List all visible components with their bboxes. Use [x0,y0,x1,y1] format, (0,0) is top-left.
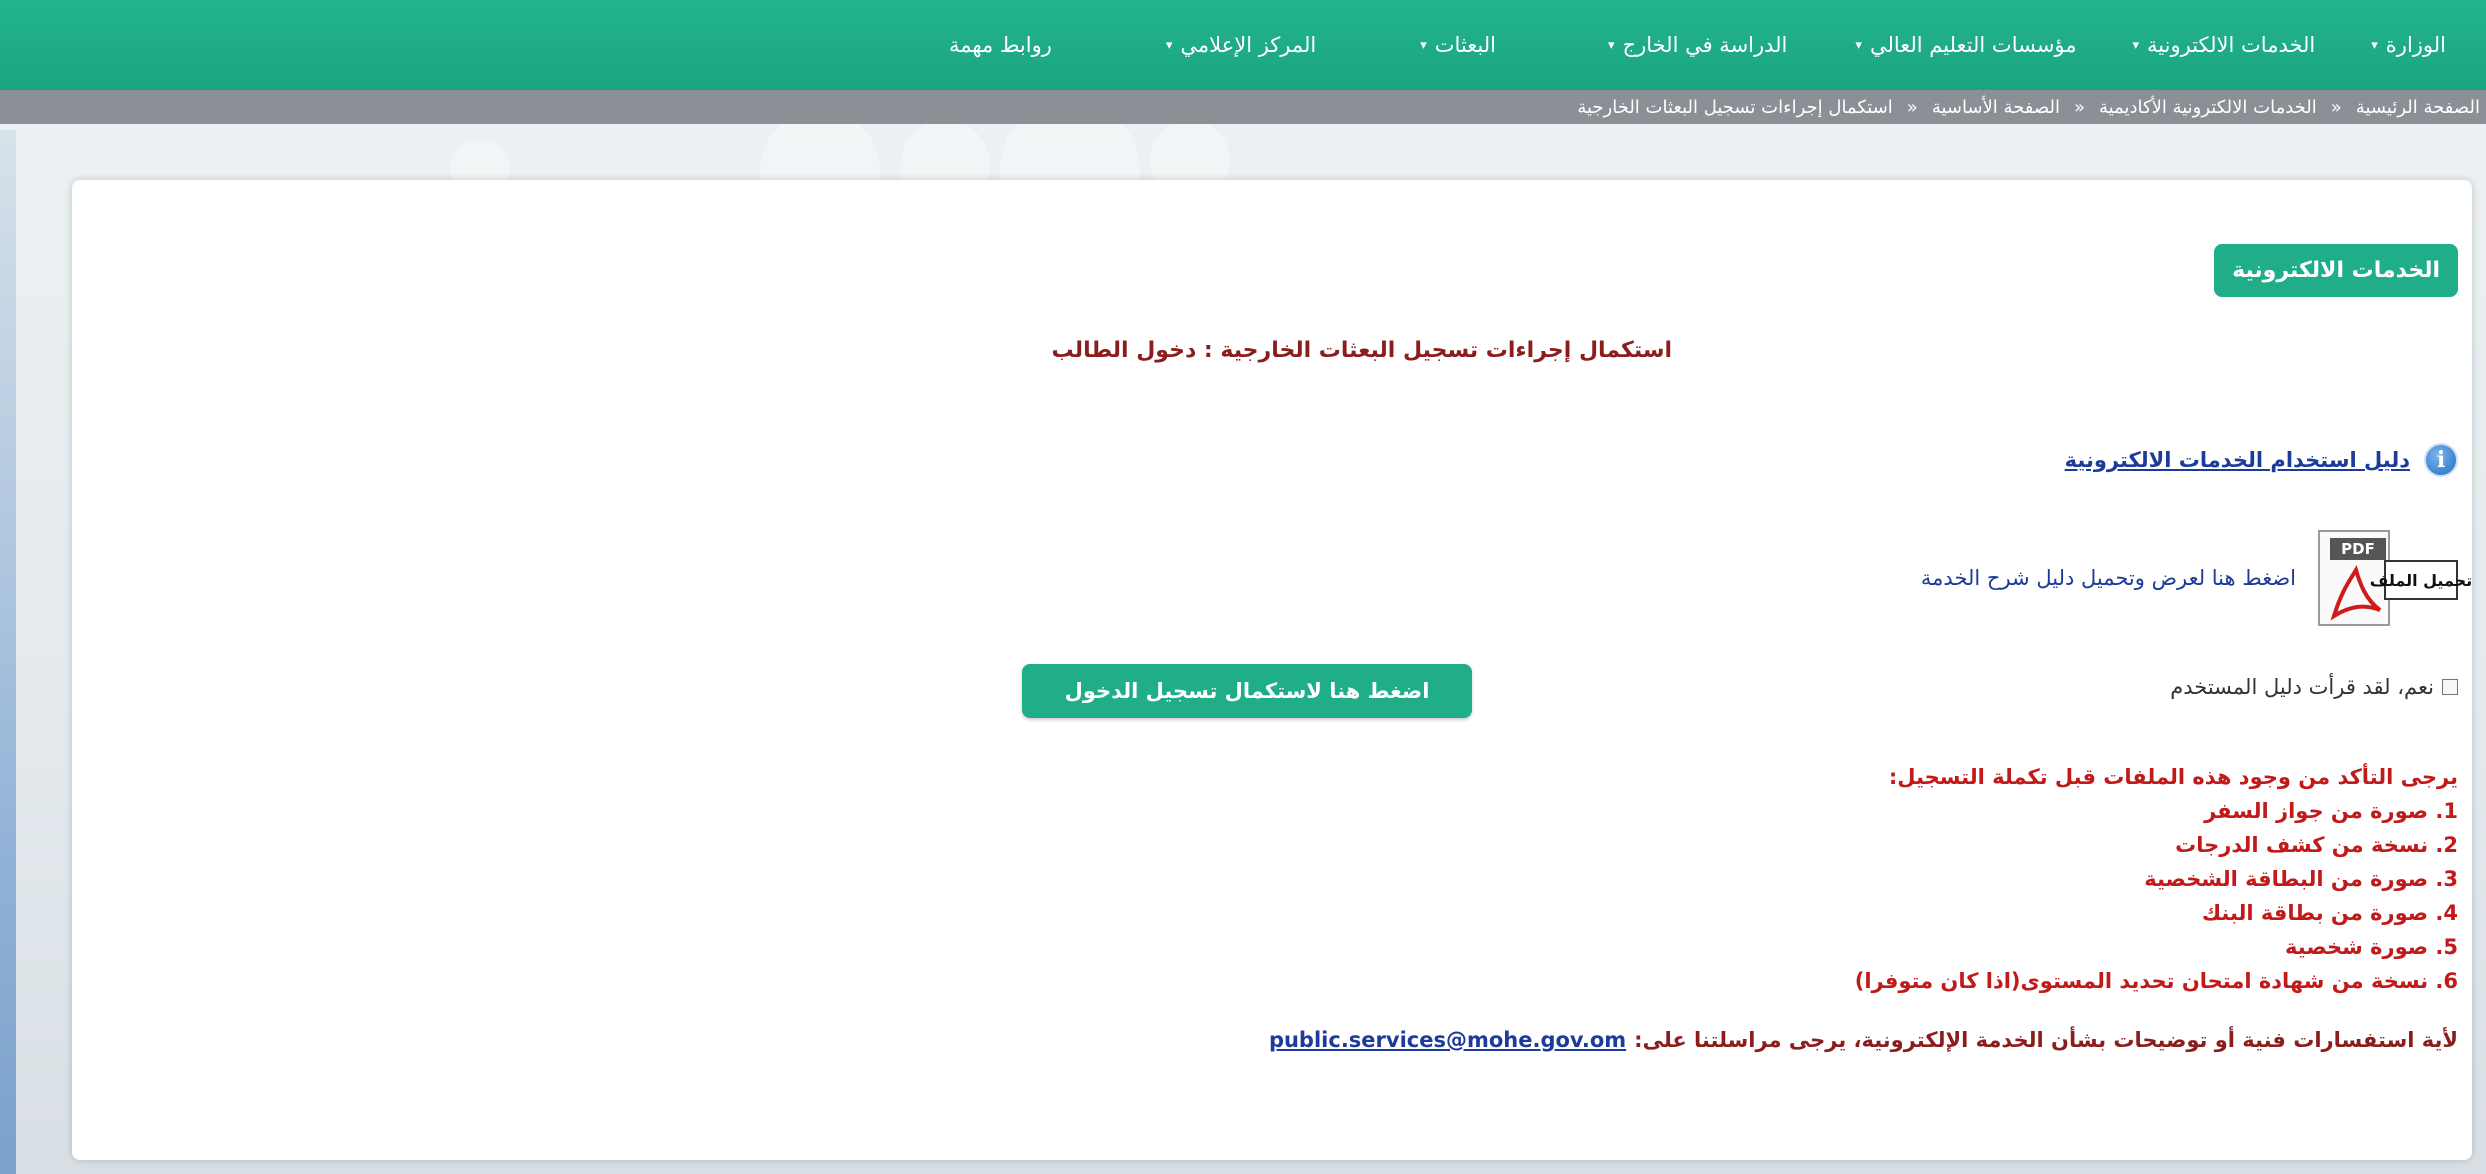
download-file-label: تحميل الملف [2370,560,2472,600]
nav-item-label: المركز الإعلامي [1180,33,1317,57]
chevron-down-icon: ▾ [2132,37,2140,53]
nav-item-scholarships[interactable]: البعثات ▾ [1420,33,1496,57]
pdf-download-row: PDF تحميل الملف اضغط هنا لعرض وتحميل دلي… [1921,530,2472,626]
complete-login-button[interactable]: اضغط هنا لاستكمال تسجيل الدخول [1022,664,1472,718]
breadcrumb-academic-e-services[interactable]: الخدمات الالكترونية الأكاديمية [2099,97,2317,118]
top-navigation: الوزارة ▾ الخدمات الالكترونية ▾ مؤسسات ا… [0,0,2486,90]
main-card: الخدمات الالكترونية استكمال إجراءات تسجي… [72,180,2472,1160]
list-item: 1. صورة من جواز السفر [2204,799,2458,823]
breadcrumb-separator: « [2330,96,2342,118]
info-icon: i [2424,443,2458,477]
nav-item-label: مؤسسات التعليم العالي [1869,33,2077,57]
e-services-guide-link[interactable]: دليل استخدام الخدمات الالكترونية [2065,448,2410,472]
breadcrumb-separator: « [1906,96,1918,118]
list-item: 5. صورة شخصية [2285,935,2458,959]
nav-item-important-links[interactable]: روابط مهمة [949,33,1052,57]
nav-item-higher-education[interactable]: مؤسسات التعليم العالي ▾ [1855,33,2076,57]
chevron-down-icon: ▾ [1608,37,1615,53]
nav-item-label: البعثات [1434,33,1496,57]
nav-item-media-center[interactable]: المركز الإعلامي ▾ [1166,33,1316,57]
guide-row: i دليل استخدام الخدمات الالكترونية [2065,443,2458,477]
breadcrumb-main-page[interactable]: الصفحة الأساسية [1932,97,2060,118]
contact-info: لأية استفسارات فنية أو توضيحات بشأن الخد… [1269,1028,2458,1052]
nav-item-e-services[interactable]: الخدمات الالكترونية ▾ [2133,33,2316,57]
confirm-read-guide[interactable]: نعم، لقد قرأت دليل المستخدم [2170,675,2458,699]
nav-item-label: الدراسة في الخارج [1622,33,1788,57]
confirm-checkbox-label: نعم، لقد قرأت دليل المستخدم [2170,675,2434,699]
list-item: 3. صورة من البطاقة الشخصية [2144,867,2458,891]
chevron-down-icon: ▾ [1855,37,1862,53]
list-item: 6. نسخة من شهادة امتحان تحديد المستوى(اذ… [1854,969,2458,993]
section-badge: الخدمات الالكترونية [2214,244,2458,297]
breadcrumb-current: استكمال إجراءات تسجيل البعثات الخارجية [1577,96,1893,118]
nav-item-label: روابط مهمة [948,33,1052,57]
breadcrumb: الصفحة الرئيسية « الخدمات الالكترونية ال… [0,90,2486,124]
breadcrumb-home[interactable]: الصفحة الرئيسية [2356,97,2480,118]
required-files-list: 1. صورة من جواز السفر 2. نسخة من كشف الد… [1855,794,2458,998]
breadcrumb-separator: « [2074,96,2086,118]
required-files-title: يرجى التأكد من وجود هذه الملفات قبل تكمل… [1888,765,2458,789]
list-item: 2. نسخة من كشف الدرجات [2175,833,2458,857]
contact-text: لأية استفسارات فنية أو توضيحات بشأن الخد… [1634,1028,2458,1052]
pdf-download-icon[interactable]: PDF تحميل الملف [2308,530,2472,626]
nav-item-ministry[interactable]: الوزارة ▾ [2371,33,2446,57]
confirm-checkbox[interactable] [2442,679,2458,695]
pdf-badge: PDF [2330,538,2386,560]
left-edge-accent [0,130,16,1174]
page-title: استكمال إجراءات تسجيل البعثات الخارجية :… [1051,338,1672,363]
list-item: 4. صورة من بطاقة البنك [2201,901,2458,925]
service-guide-pdf-link[interactable]: اضغط هنا لعرض وتحميل دليل شرح الخدمة [1921,566,2296,590]
nav-item-study-abroad[interactable]: الدراسة في الخارج ▾ [1608,33,1787,57]
required-files-section: يرجى التأكد من وجود هذه الملفات قبل تكمل… [1855,760,2458,998]
chevron-down-icon: ▾ [1165,37,1173,53]
chevron-down-icon: ▾ [2371,37,2378,53]
nav-item-label: الوزارة [2385,33,2446,57]
nav-item-label: الخدمات الالكترونية [2147,33,2316,57]
contact-email-link[interactable]: public.services@mohe.gov.om [1269,1028,1626,1052]
chevron-down-icon: ▾ [1420,37,1427,53]
